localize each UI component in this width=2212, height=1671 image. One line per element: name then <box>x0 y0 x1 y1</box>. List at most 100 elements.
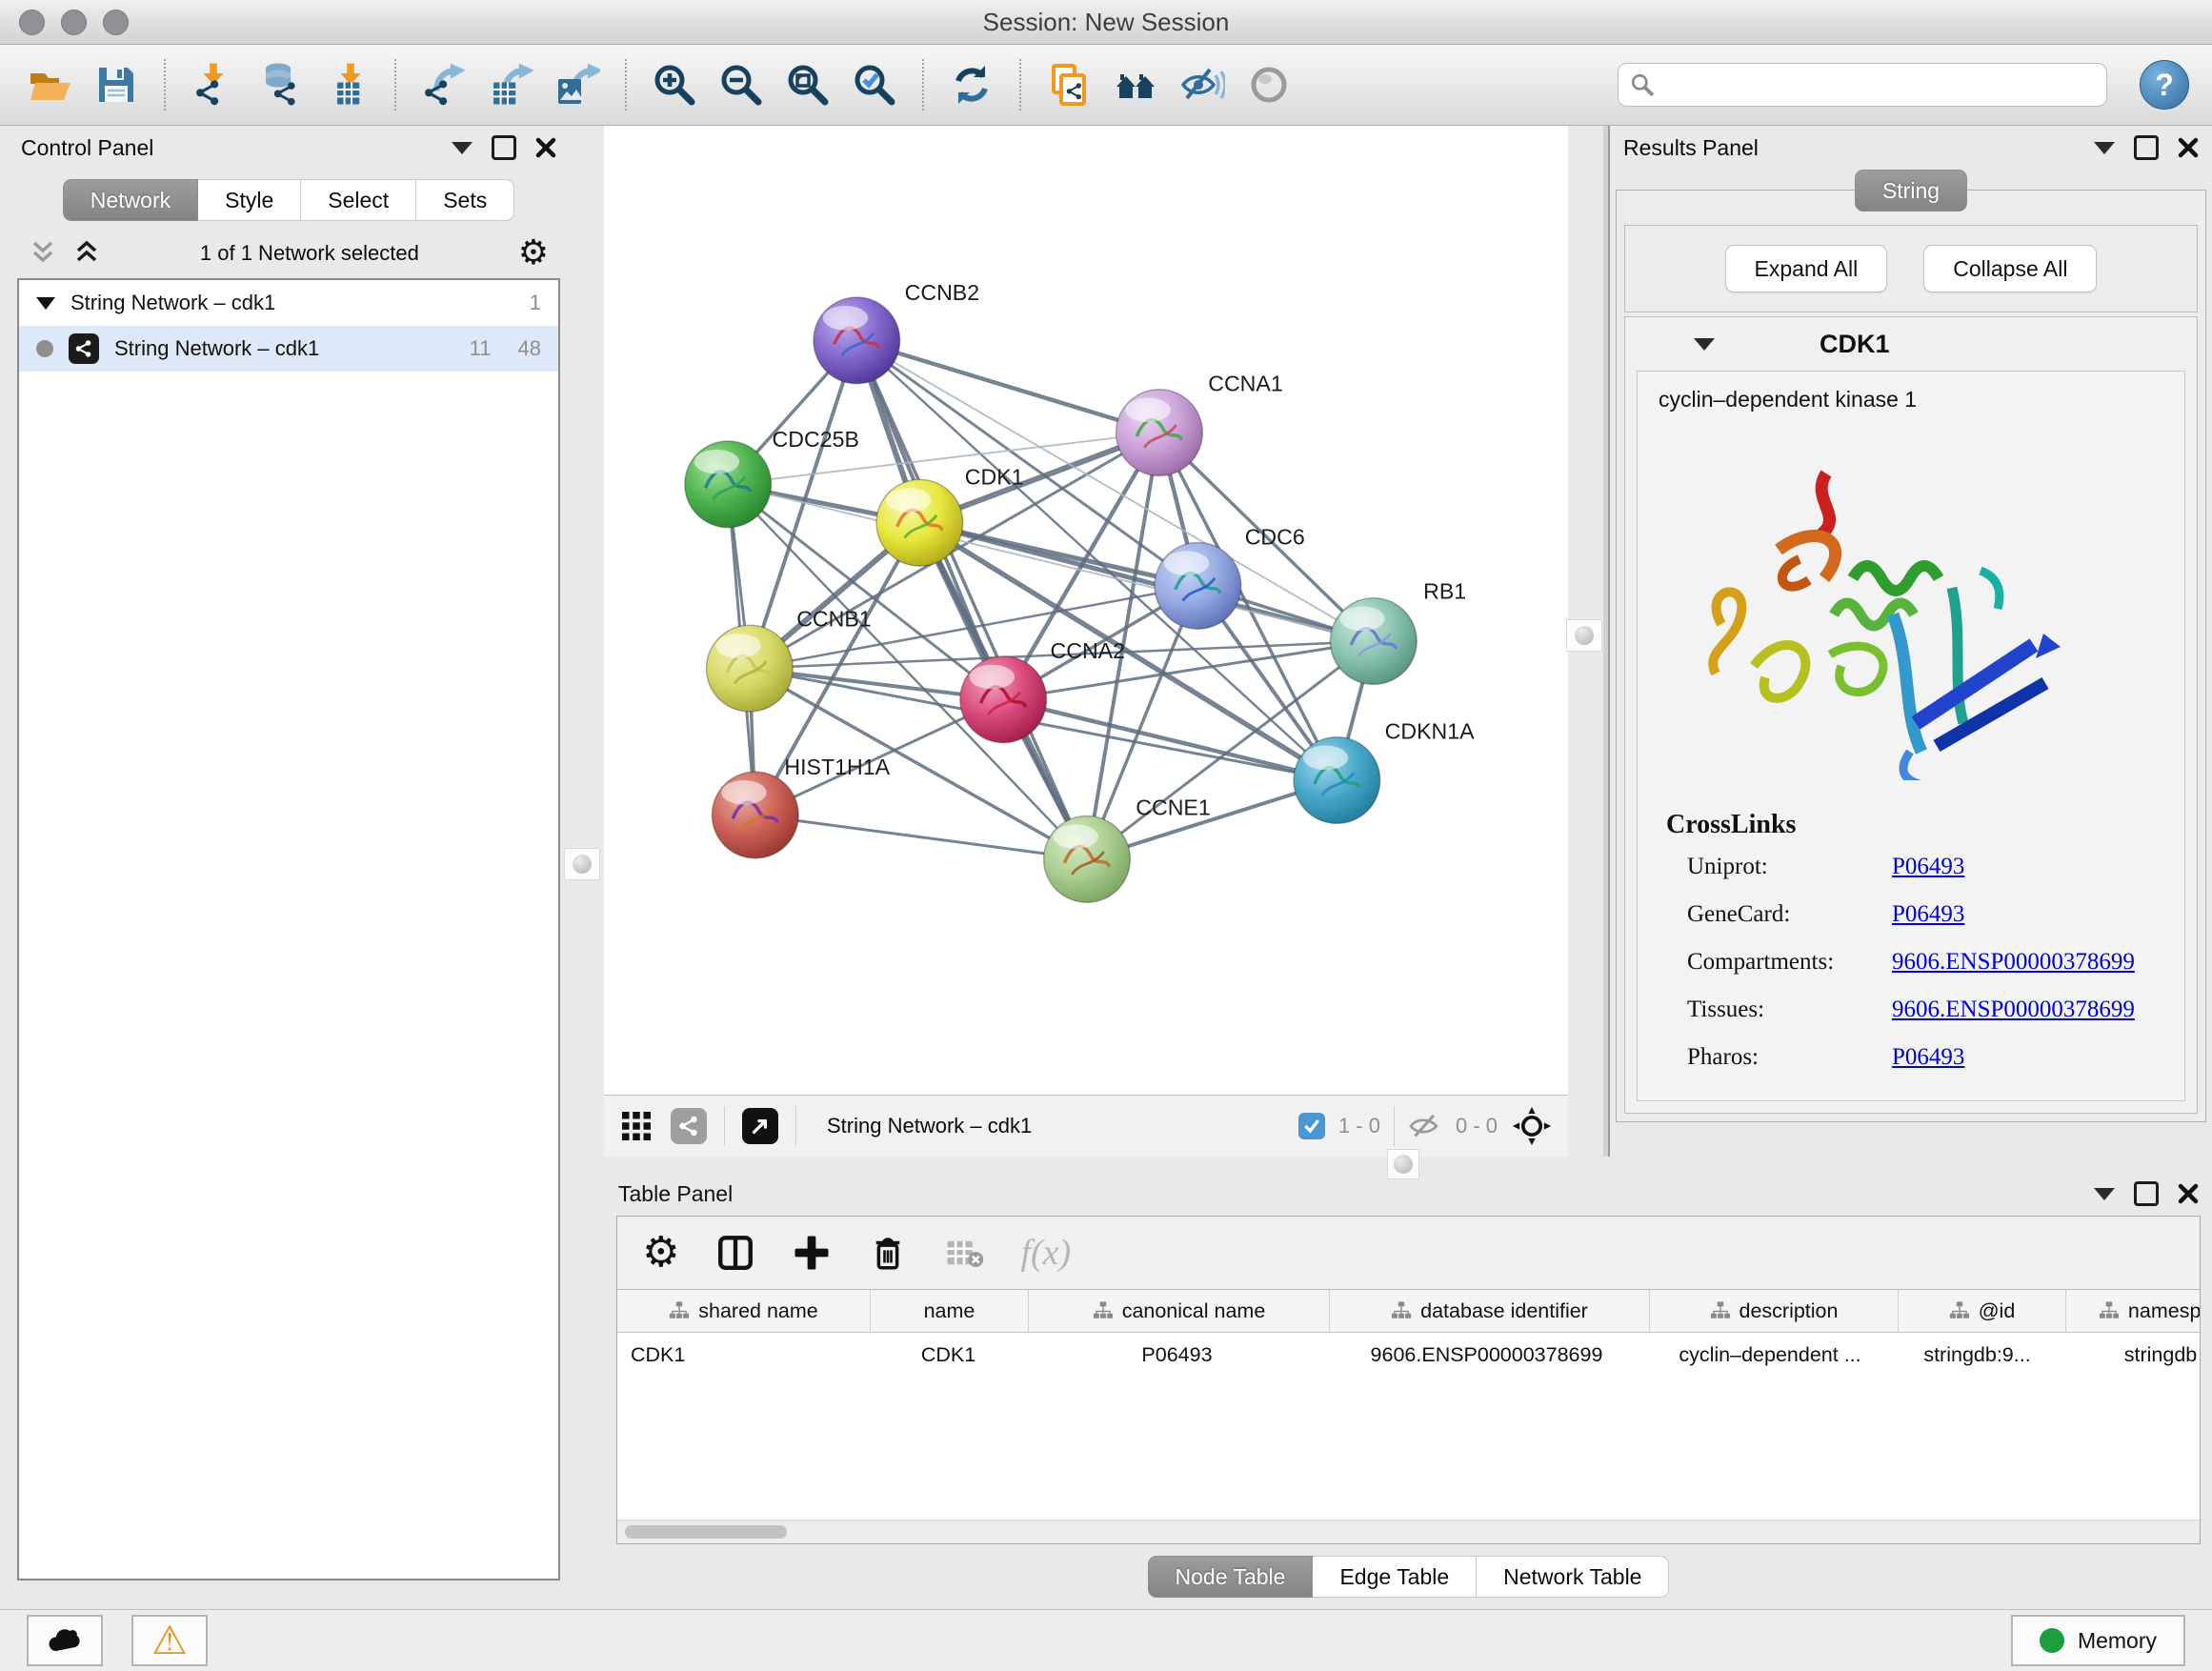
maximize-window-button[interactable] <box>103 10 129 35</box>
network-node-cdc25b[interactable] <box>685 441 772 528</box>
crosslink-link[interactable]: P06493 <box>1892 854 2184 880</box>
results-splitter[interactable] <box>1568 126 1610 1157</box>
network-view-mode-icon[interactable] <box>671 1108 707 1144</box>
delete-column-icon[interactable] <box>868 1233 908 1273</box>
import-table-file-icon[interactable] <box>320 57 373 112</box>
crosshair-icon[interactable] <box>1511 1105 1553 1147</box>
selected-checkbox-icon[interactable] <box>1298 1113 1325 1139</box>
zoom-out-icon[interactable] <box>714 57 768 112</box>
birdseye-view-icon[interactable] <box>742 1108 778 1144</box>
column-header-name[interactable]: name <box>870 1290 1028 1332</box>
network-edge-hist1h1a-ccne1[interactable] <box>755 815 1087 859</box>
tab-sets[interactable]: Sets <box>416 179 514 221</box>
panel-menu-icon[interactable] <box>2094 1188 2115 1200</box>
protein-entry-header[interactable]: CDK1 <box>1625 317 2197 371</box>
network-canvas[interactable]: CCNB2CCNA1CDC25BCDK1CDC6RB1CCNB1CCNA2CDK… <box>604 126 1568 1095</box>
column-header-description[interactable]: description <box>1649 1290 1898 1332</box>
panel-float-icon[interactable] <box>492 135 516 160</box>
network-node-cdkn1a[interactable] <box>1294 737 1380 824</box>
network-edge-ccnb2-ccne1[interactable] <box>856 340 1087 858</box>
network-node-ccna1[interactable] <box>1116 390 1203 476</box>
network-collection-row[interactable]: String Network – cdk1 1 <box>19 280 558 326</box>
expand-all-button[interactable]: Expand All <box>1725 245 1888 292</box>
crosslink-link[interactable]: 9606.ENSP00000378699 <box>1892 997 2184 1023</box>
column-header-@id[interactable]: @id <box>1898 1290 2065 1332</box>
scrollbar-thumb[interactable] <box>625 1525 787 1539</box>
collapse-all-icon[interactable] <box>29 239 57 268</box>
gear-icon[interactable]: ⚙ <box>518 236 549 271</box>
entry-expand-icon[interactable] <box>1694 338 1715 351</box>
tab-node-table[interactable]: Node Table <box>1148 1556 1314 1598</box>
splitter-handle[interactable] <box>1566 619 1602 652</box>
column-header-canonical-name[interactable]: canonical name <box>1028 1290 1329 1332</box>
table-gear-icon[interactable]: ⚙ <box>642 1232 679 1274</box>
network-node-rb1[interactable] <box>1330 598 1417 685</box>
first-neighbors-icon[interactable] <box>1109 57 1162 112</box>
help-button[interactable]: ? <box>2140 60 2189 110</box>
open-session-icon[interactable] <box>23 57 76 112</box>
tab-network[interactable]: Network <box>63 179 198 221</box>
hide-selected-icon[interactable] <box>1176 57 1229 112</box>
clone-network-icon[interactable] <box>1042 57 1096 112</box>
network-node-ccne1[interactable] <box>1044 816 1131 903</box>
panel-close-icon[interactable] <box>2178 137 2199 158</box>
table-row[interactable]: CDK1CDK1P064939606.ENSP00000378699cyclin… <box>617 1333 2200 1377</box>
close-window-button[interactable] <box>19 10 45 35</box>
tab-edge-table[interactable]: Edge Table <box>1313 1556 1477 1598</box>
crosslink-link[interactable]: P06493 <box>1892 1044 2184 1071</box>
panel-close-icon[interactable] <box>2178 1183 2199 1204</box>
panel-menu-icon[interactable] <box>2094 142 2115 154</box>
cloud-button[interactable] <box>27 1615 103 1666</box>
export-image-icon[interactable] <box>551 57 604 112</box>
control-splitter[interactable] <box>564 126 604 1609</box>
memory-button[interactable]: Memory <box>2011 1615 2185 1666</box>
minimize-window-button[interactable] <box>61 10 87 35</box>
add-column-icon[interactable] <box>792 1233 832 1273</box>
import-network-file-icon[interactable] <box>187 57 240 112</box>
zoom-in-icon[interactable] <box>648 57 701 112</box>
zoom-fit-icon[interactable] <box>781 57 835 112</box>
tab-select[interactable]: Select <box>301 179 416 221</box>
export-table-icon[interactable] <box>484 57 537 112</box>
crosslink-link[interactable]: P06493 <box>1892 901 2184 928</box>
network-node-hist1h1a[interactable] <box>712 772 798 858</box>
tab-string[interactable]: String <box>1855 170 1967 211</box>
tab-style[interactable]: Style <box>198 179 301 221</box>
import-network-database-icon[interactable] <box>253 57 307 112</box>
tab-network-table[interactable]: Network Table <box>1477 1556 1669 1598</box>
search-input[interactable] <box>1662 71 2095 98</box>
column-header-shared-name[interactable]: shared name <box>617 1290 870 1332</box>
panel-float-icon[interactable] <box>2134 135 2159 160</box>
export-network-icon[interactable] <box>417 57 471 112</box>
crosslink-link[interactable]: 9606.ENSP00000378699 <box>1892 949 2184 976</box>
panel-menu-icon[interactable] <box>452 142 473 154</box>
column-header-namespace[interactable]: namespace <box>2065 1290 2200 1332</box>
collection-expand-icon[interactable] <box>36 297 55 310</box>
grid-view-icon[interactable] <box>619 1109 654 1143</box>
table-splitter[interactable] <box>604 1157 2212 1172</box>
main-toolbar: ? <box>0 45 2212 126</box>
network-node-ccnb1[interactable] <box>707 625 794 712</box>
network-node-label-ccna1: CCNA1 <box>1208 372 1283 396</box>
column-header-database-identifier[interactable]: database identifier <box>1329 1290 1649 1332</box>
network-row[interactable]: String Network – cdk1 11 48 <box>19 326 558 372</box>
warnings-button[interactable]: ⚠ <box>131 1615 208 1666</box>
network-node-cdk1[interactable] <box>876 479 963 566</box>
expand-all-icon[interactable] <box>72 239 101 268</box>
zoom-selected-icon[interactable] <box>848 57 901 112</box>
network-node-ccnb2[interactable] <box>814 297 900 384</box>
panel-close-icon[interactable] <box>535 137 556 158</box>
splitter-handle[interactable] <box>564 848 600 880</box>
splitter-handle[interactable] <box>1387 1149 1419 1179</box>
network-node-cdc6[interactable] <box>1155 542 1241 629</box>
warning-icon: ⚠ <box>151 1621 188 1661</box>
panel-float-icon[interactable] <box>2134 1181 2159 1206</box>
show-all-icon[interactable] <box>1242 57 1296 112</box>
crosslinks-title: CrossLinks <box>1666 810 2184 840</box>
network-node-ccna2[interactable] <box>960 656 1047 743</box>
show-columns-icon[interactable] <box>715 1233 755 1273</box>
save-session-icon[interactable] <box>90 57 143 112</box>
refresh-layout-icon[interactable] <box>945 57 998 112</box>
collapse-all-button[interactable]: Collapse All <box>1923 245 2097 292</box>
network-edge-ccnb2-ccna1[interactable] <box>856 340 1159 433</box>
